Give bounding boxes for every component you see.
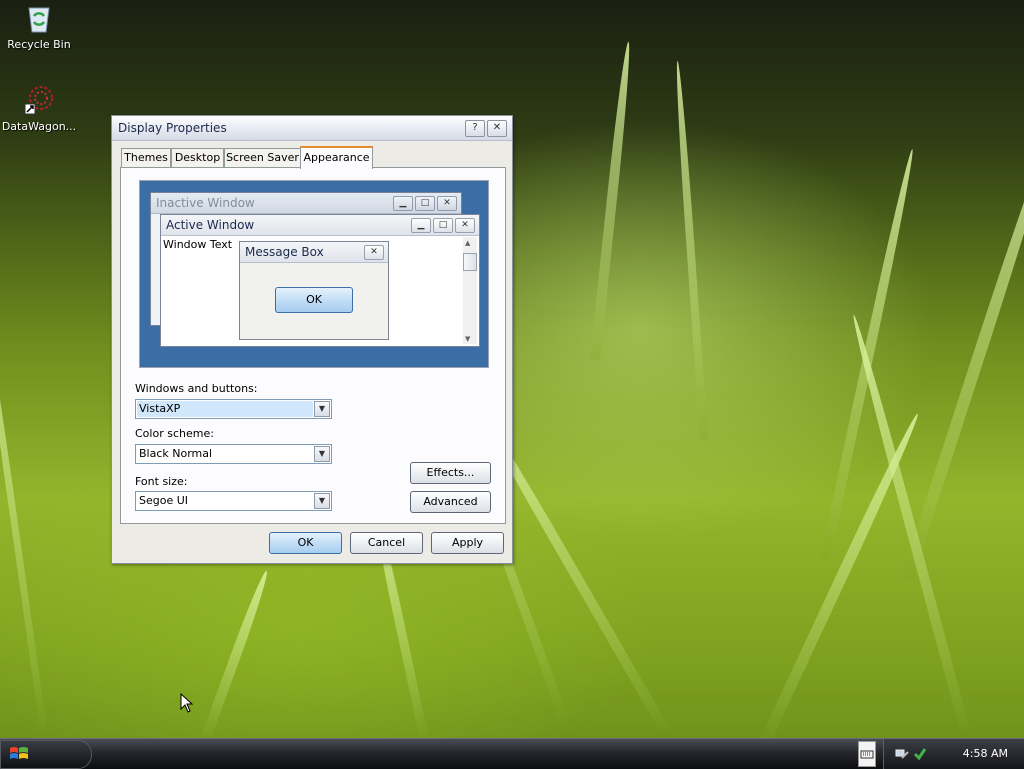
windows-buttons-value: VistaXP (137, 401, 313, 417)
color-scheme-value: Black Normal (139, 447, 213, 460)
chevron-down-icon: ▼ (314, 446, 330, 462)
start-button[interactable] (0, 740, 92, 769)
recycle-bin-icon (23, 2, 55, 34)
appearance-panel: Inactive Window ▁ □ ✕ Active Window ▁ □ … (120, 167, 506, 524)
ok-button[interactable]: OK (269, 532, 342, 554)
preview-scrollbar: ▲ ▼ (463, 237, 477, 344)
font-size-value: Segoe UI (139, 494, 189, 507)
close-button[interactable]: ✕ (487, 120, 507, 137)
windows-buttons-label: Windows and buttons: (135, 382, 258, 395)
datawagon-app-icon (23, 84, 55, 116)
grass-blade (590, 41, 634, 361)
appearance-preview: Inactive Window ▁ □ ✕ Active Window ▁ □ … (139, 180, 489, 368)
preview-active-title: Active Window (166, 218, 255, 232)
font-size-select[interactable]: Segoe UI ▼ (135, 491, 332, 511)
system-tray: 4:58 AM (858, 739, 1024, 769)
display-properties-window: Display Properties ? ✕ Themes Desktop Sc… (111, 115, 513, 564)
mouse-cursor-icon (180, 692, 194, 716)
minimize-icon: ▁ (411, 218, 431, 233)
preview-message-box: Message Box ✕ OK (239, 241, 389, 340)
color-scheme-label: Color scheme: (135, 427, 214, 440)
window-title: Display Properties (118, 121, 227, 135)
window-titlebar[interactable]: Display Properties ? ✕ (112, 116, 512, 141)
close-icon: ✕ (364, 245, 384, 260)
grass-blade (0, 303, 47, 731)
cancel-button[interactable]: Cancel (350, 532, 423, 554)
grass-blade (673, 60, 708, 441)
preview-message-box-title: Message Box (245, 245, 324, 259)
grass-blade (900, 121, 1024, 582)
maximize-icon: □ (415, 196, 435, 211)
font-size-label: Font size: (135, 475, 188, 488)
tab-themes[interactable]: Themes (121, 148, 171, 167)
help-button[interactable]: ? (465, 120, 485, 137)
network-icon[interactable] (894, 746, 910, 765)
preview-window-text: Window Text (163, 238, 233, 251)
desktop-icon-label: DataWagon... (1, 120, 77, 133)
desktop-icon-datawagon[interactable]: DataWagon... (0, 84, 78, 133)
chevron-down-icon: ▼ (314, 493, 330, 509)
taskbar: 4:58 AM (0, 738, 1024, 769)
taskbar-clock[interactable]: 4:58 AM (963, 747, 1008, 760)
apply-button[interactable]: Apply (431, 532, 504, 554)
keyboard-icon[interactable] (858, 741, 876, 767)
close-icon: ✕ (455, 218, 475, 233)
effects-button[interactable]: Effects... (410, 462, 491, 484)
tab-screen-saver[interactable]: Screen Saver (224, 148, 301, 167)
minimize-icon: ▁ (393, 196, 413, 211)
scroll-up-icon: ▲ (465, 239, 471, 247)
advanced-button[interactable]: Advanced (410, 491, 491, 513)
tab-appearance[interactable]: Appearance (300, 146, 373, 169)
scroll-thumb (463, 253, 477, 271)
windows-buttons-select[interactable]: VistaXP ▼ (135, 399, 332, 419)
tab-desktop[interactable]: Desktop (171, 148, 224, 167)
preview-inactive-title: Inactive Window (156, 196, 255, 210)
windows-logo-icon (9, 745, 29, 766)
maximize-icon: □ (433, 218, 453, 233)
desktop-icon-label: Recycle Bin (7, 38, 71, 51)
desktop-icon-recycle-bin[interactable]: Recycle Bin (0, 2, 78, 51)
scroll-down-icon: ▼ (465, 335, 471, 343)
color-scheme-select[interactable]: Black Normal ▼ (135, 444, 332, 464)
close-icon: ✕ (437, 196, 457, 211)
chevron-down-icon: ▼ (314, 401, 330, 417)
preview-ok-button: OK (275, 287, 353, 313)
security-icon[interactable] (912, 746, 928, 765)
grass-blade (200, 569, 272, 742)
